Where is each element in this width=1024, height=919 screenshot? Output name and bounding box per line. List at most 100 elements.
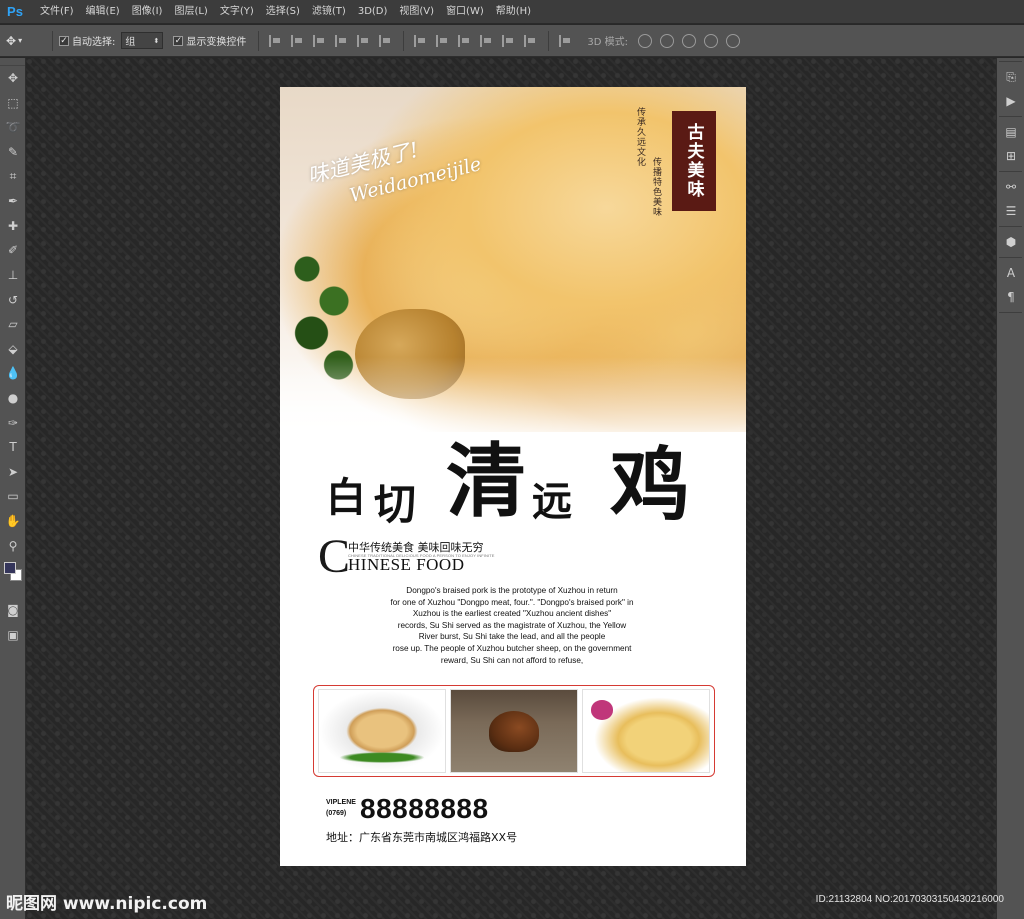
menu-file[interactable]: 文件(F) xyxy=(34,0,80,24)
title-char: 清 xyxy=(446,434,526,528)
menu-view[interactable]: 视图(V) xyxy=(393,0,440,24)
align-left-icon[interactable] xyxy=(335,34,349,47)
pen-tool-icon[interactable]: ✑ xyxy=(0,410,26,435)
screen-mode-icon[interactable]: ▣ xyxy=(0,622,26,647)
menu-window[interactable]: 窗口(W) xyxy=(440,0,490,24)
brush-tool-icon[interactable]: ✐ xyxy=(0,238,26,263)
address-text: 地址：广东省东莞市南城区鸿福路XX号 xyxy=(326,831,518,844)
panel-separator xyxy=(999,171,1022,172)
photo-strip xyxy=(313,685,715,777)
auto-select-target-select[interactable]: 组 ⬍ xyxy=(121,32,164,49)
panel-separator xyxy=(999,257,1022,258)
dodge-tool-icon[interactable]: ● xyxy=(0,386,26,411)
panel-separator xyxy=(999,226,1022,227)
menu-3d[interactable]: 3D(D) xyxy=(352,0,394,24)
title-char: 切 xyxy=(374,480,417,529)
paragraph-line: reward, Su Shi can not afford to refuse, xyxy=(440,655,584,665)
panel-separator xyxy=(999,116,1022,117)
foreground-color-swatch[interactable] xyxy=(4,561,16,574)
select-stepper-icon: ⬍ xyxy=(153,36,160,45)
zoom-tool-icon[interactable]: ⚲ xyxy=(0,533,26,558)
align-top-icon[interactable] xyxy=(269,34,283,47)
distribute-left-icon[interactable] xyxy=(480,34,494,47)
channels-panel-icon[interactable]: ⊞ xyxy=(997,144,1024,168)
menu-type[interactable]: 文字(Y) xyxy=(214,0,260,24)
marquee-tool-icon[interactable]: ⬚ xyxy=(0,91,26,116)
menu-edit[interactable]: 编辑(E) xyxy=(80,0,126,24)
blur-tool-icon[interactable]: 💧 xyxy=(0,361,26,386)
menu-select[interactable]: 选择(S) xyxy=(260,0,306,24)
options-separator xyxy=(52,30,53,51)
viplene-label: VIPLENE xyxy=(326,799,356,806)
menu-layer[interactable]: 图层(L) xyxy=(168,0,213,24)
move-tool-icon[interactable]: ✥ xyxy=(0,66,26,91)
3d-pan-icon[interactable] xyxy=(682,33,696,48)
eraser-tool-icon[interactable]: ▱ xyxy=(0,312,26,337)
paragraph-line: rose up. The people of Xuzhou butcher sh… xyxy=(392,643,632,653)
options-separator xyxy=(258,30,260,51)
area-code: (0769) xyxy=(326,810,347,817)
paragraph-line: records, Su Shi served as the magistrate… xyxy=(397,620,627,630)
quick-selection-tool-icon[interactable]: ✎ xyxy=(0,140,26,165)
paint-bucket-tool-icon[interactable]: ⬙ xyxy=(0,337,26,362)
move-tool-preset-icon[interactable]: ✥ ▾ xyxy=(6,31,46,51)
type-tool-icon[interactable]: T xyxy=(0,435,26,460)
paragraph-line: River burst, Su Shi take the lead, and a… xyxy=(418,632,606,642)
distribute-top-icon[interactable] xyxy=(414,34,428,47)
3d-panel-icon[interactable]: ⬢ xyxy=(997,230,1024,254)
3d-roll-icon[interactable] xyxy=(660,33,674,48)
auto-select-checkbox[interactable]: ✓ xyxy=(59,35,69,46)
options-separator xyxy=(403,30,405,51)
align-bottom-icon[interactable] xyxy=(313,34,327,47)
align-vcenter-icon[interactable] xyxy=(291,34,305,47)
auto-align-layers-icon[interactable] xyxy=(559,34,573,47)
document-canvas[interactable]: 味道美极了! Weidaomeijile 传承久远文化 传播特色美味 古夫美味 … xyxy=(280,87,746,866)
quick-mask-icon[interactable]: ◙ xyxy=(0,598,26,623)
eyedropper-tool-icon[interactable]: ✒ xyxy=(0,189,26,214)
layer-comps-panel-icon[interactable]: ▤ xyxy=(997,120,1024,144)
nipic-watermark: 昵图网 www.nipic.com xyxy=(6,894,208,914)
panel-separator xyxy=(999,61,1022,62)
tool-presets-panel-icon[interactable]: ⚯ xyxy=(997,175,1024,199)
panel-separator xyxy=(999,312,1022,313)
rectangle-tool-icon[interactable]: ▭ xyxy=(0,484,26,509)
distribute-hcenter-icon[interactable] xyxy=(502,34,516,47)
live-chicken-photo xyxy=(450,689,578,773)
align-right-icon[interactable] xyxy=(379,34,393,47)
paragraph-line: Dongpo's braised pork is the prototype o… xyxy=(406,586,618,595)
panel-grip[interactable] xyxy=(0,58,25,66)
title-char: 白 xyxy=(326,474,366,521)
show-transform-option[interactable]: ✓ 显示变换控件 xyxy=(173,33,246,48)
path-selection-tool-icon[interactable]: ➤ xyxy=(0,460,26,485)
show-transform-checkbox[interactable]: ✓ xyxy=(173,35,184,46)
healing-brush-tool-icon[interactable]: ✚ xyxy=(0,214,26,239)
distribute-bottom-icon[interactable] xyxy=(458,34,472,47)
options-separator xyxy=(548,30,550,51)
align-hcenter-icon[interactable] xyxy=(357,34,371,47)
hand-tool-icon[interactable]: ✋ xyxy=(0,509,26,534)
3d-rotate-icon[interactable] xyxy=(638,33,652,48)
vertical-slogan-1: 传承久远文化 xyxy=(635,107,645,167)
menu-help[interactable]: 帮助(H) xyxy=(490,0,537,24)
character-panel-icon[interactable]: A xyxy=(997,261,1024,285)
3d-slide-icon[interactable] xyxy=(704,33,718,48)
paragraph-panel-icon[interactable]: ¶ xyxy=(997,285,1024,309)
history-brush-tool-icon[interactable]: ↺ xyxy=(0,287,26,312)
auto-select-label: 自动选择: xyxy=(72,37,116,48)
distribute-right-icon[interactable] xyxy=(524,34,538,47)
description-paragraph: Dongpo's braised pork is the prototype o… xyxy=(372,585,652,666)
clone-stamp-tool-icon[interactable]: ⊥ xyxy=(0,263,26,288)
menu-image[interactable]: 图像(I) xyxy=(126,0,169,24)
lasso-tool-icon[interactable]: ➰ xyxy=(0,115,26,140)
actions-panel-icon[interactable]: ▶ xyxy=(997,89,1024,113)
history-panel-icon[interactable]: ⎘ xyxy=(997,65,1024,89)
3d-scale-icon[interactable] xyxy=(726,33,740,48)
menu-bar: Ps 文件(F) 编辑(E) 图像(I) 图层(L) 文字(Y) 选择(S) 滤… xyxy=(0,0,1024,24)
distribute-vcenter-icon[interactable] xyxy=(436,34,450,47)
adjustments-panel-icon[interactable]: ☰ xyxy=(997,199,1024,223)
show-transform-label: 显示变换控件 xyxy=(186,37,247,48)
menu-filter[interactable]: 滤镜(T) xyxy=(306,0,352,24)
crop-tool-icon[interactable]: ⌗ xyxy=(0,164,26,189)
auto-select-option[interactable]: ✓ 自动选择: xyxy=(59,33,115,48)
initial-c: C xyxy=(318,530,351,583)
